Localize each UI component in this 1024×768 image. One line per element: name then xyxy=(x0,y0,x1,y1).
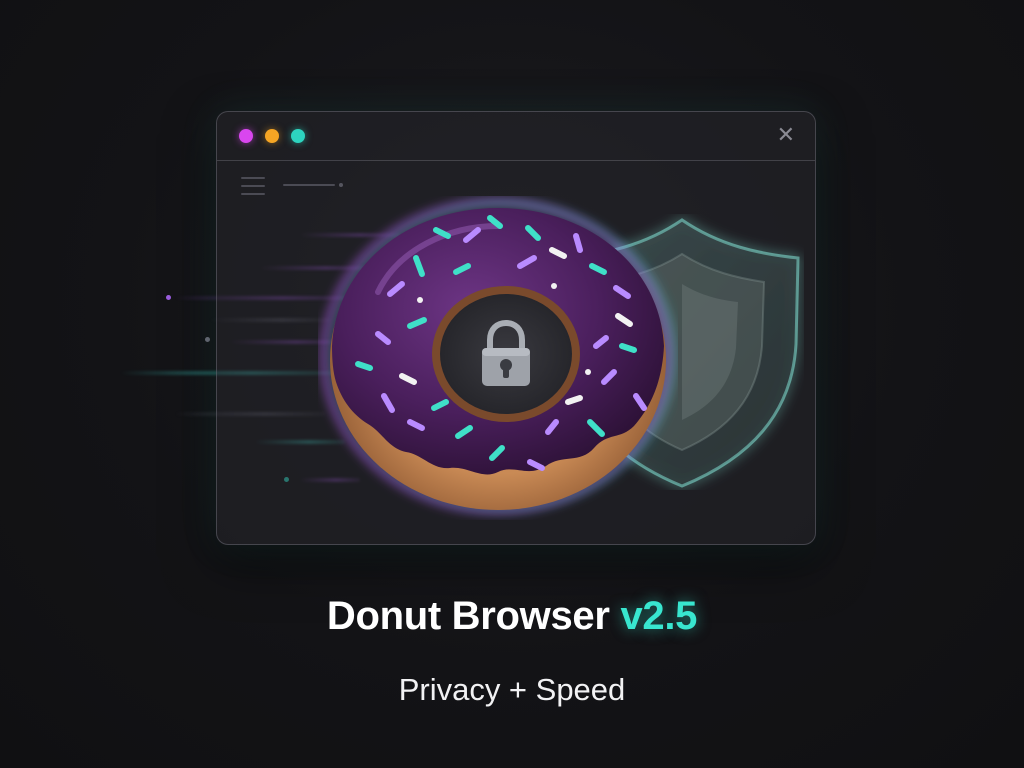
traffic-light-teal[interactable] xyxy=(291,129,305,143)
padlock-icon xyxy=(476,319,536,390)
traffic-light-magenta[interactable] xyxy=(239,129,253,143)
hamburger-menu-icon[interactable] xyxy=(241,177,265,201)
address-bar-placeholder xyxy=(283,184,335,186)
app-name: Donut Browser xyxy=(326,594,610,638)
speed-dot xyxy=(166,295,171,300)
close-icon[interactable]: ✕ xyxy=(777,123,795,147)
speed-dot xyxy=(205,337,210,342)
version-label: v2.5 xyxy=(620,594,698,638)
splash-screen: ✕ Donut Browser v2.5 Privacy + Speed xyxy=(0,0,1024,768)
app-title: Donut Browser v2.5 xyxy=(0,594,1024,639)
window-titlebar: ✕ xyxy=(217,112,815,161)
address-bar-dot xyxy=(339,183,343,187)
traffic-light-amber[interactable] xyxy=(265,129,279,143)
tagline: Privacy + Speed xyxy=(398,672,626,707)
